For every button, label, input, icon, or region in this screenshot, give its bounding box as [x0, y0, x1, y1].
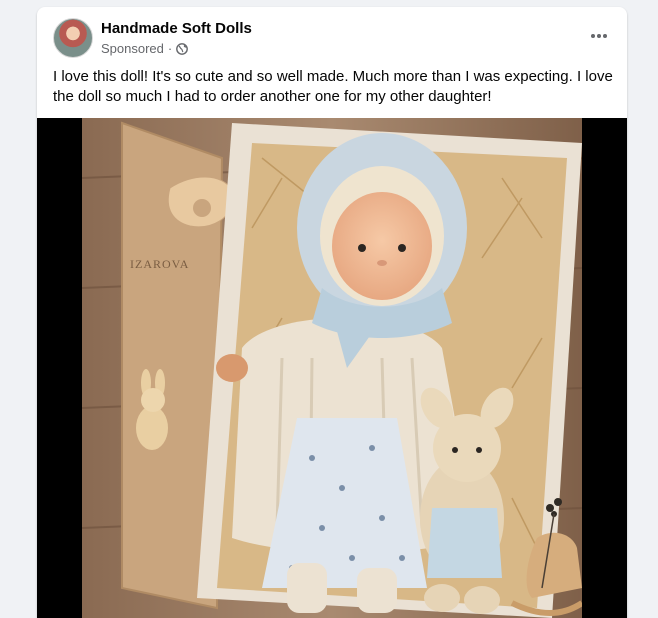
post-media[interactable]: IZAROVA	[37, 118, 627, 618]
sponsored-label[interactable]: Sponsored	[101, 41, 164, 56]
doll-photo[interactable]: IZAROVA	[82, 118, 582, 618]
post-text: I love this doll! It's so cute and so we…	[53, 68, 613, 105]
globe-icon[interactable]	[176, 42, 189, 55]
page-avatar[interactable]	[53, 18, 93, 58]
more-options-icon[interactable]	[587, 24, 611, 48]
sponsored-post-card: Handmade Soft Dolls Sponsored · I love t…	[37, 7, 627, 618]
page-name-link[interactable]: Handmade Soft Dolls	[101, 20, 252, 37]
post-header: Handmade Soft Dolls Sponsored ·	[53, 18, 611, 60]
box-lettering: IZAROVA	[130, 257, 189, 271]
meta-separator: ·	[167, 41, 173, 56]
post-meta: Sponsored ·	[101, 41, 189, 56]
